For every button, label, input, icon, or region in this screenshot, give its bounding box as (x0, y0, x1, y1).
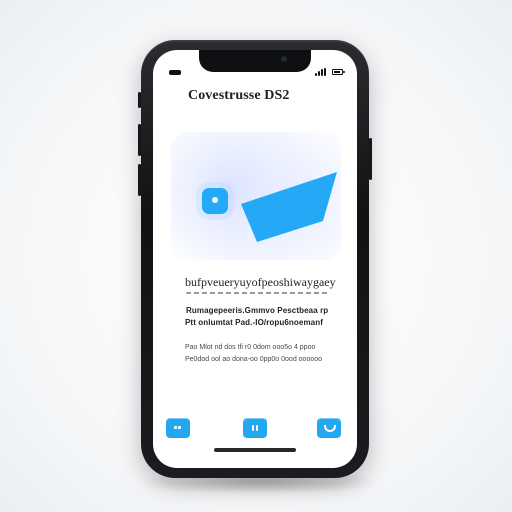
home-indicator[interactable] (214, 448, 296, 452)
content-heading: bufpveueryuyofpeoshiwaygaey (185, 275, 336, 289)
pause-button[interactable] (243, 418, 267, 438)
left-side-button-2 (138, 124, 141, 156)
status-bar-right (315, 68, 345, 76)
front-camera-icon (281, 56, 287, 62)
grid-icon (172, 424, 184, 432)
phone-notch (199, 50, 311, 72)
signal-icon (315, 68, 329, 76)
status-left-icon (169, 70, 181, 75)
caption-line-1: Pao Mlot nd dos tfi r0 0dom ooo5o 4 ppoo (185, 344, 316, 351)
left-side-button-3 (138, 164, 141, 196)
pause-icon (249, 424, 261, 432)
bottom-actions (153, 418, 357, 442)
grid-button[interactable] (166, 418, 190, 438)
cup-icon (323, 424, 336, 432)
body-line-1: Rumagepeeris.Gmmvo Pesctbeaa rp (186, 306, 329, 315)
body-line-2: Ptt onlumtat Pad.-IO/ropu6noemanf (185, 318, 323, 327)
hero-shape-icon (241, 172, 337, 242)
left-side-button-1 (138, 92, 141, 108)
hero-illustration (171, 132, 341, 260)
phone-screen: Covestrusse DS2 bufpveueryuyofpeoshiwayg… (153, 50, 357, 468)
hero-dot-icon (202, 188, 228, 214)
page-title: Covestrusse DS2 (188, 88, 290, 103)
heading-underline (186, 292, 330, 294)
right-side-button (369, 138, 372, 180)
battery-icon (332, 69, 345, 75)
cup-button[interactable] (317, 418, 341, 438)
phone-frame: Covestrusse DS2 bufpveueryuyofpeoshiwayg… (138, 40, 372, 478)
caption-line-2: Pe0dod ool ao dona-oo 0pp0o 0ood oooooo (185, 356, 323, 363)
hero-dot-center-icon (212, 197, 218, 203)
device-mockup: Covestrusse DS2 bufpveueryuyofpeoshiwayg… (0, 0, 512, 512)
